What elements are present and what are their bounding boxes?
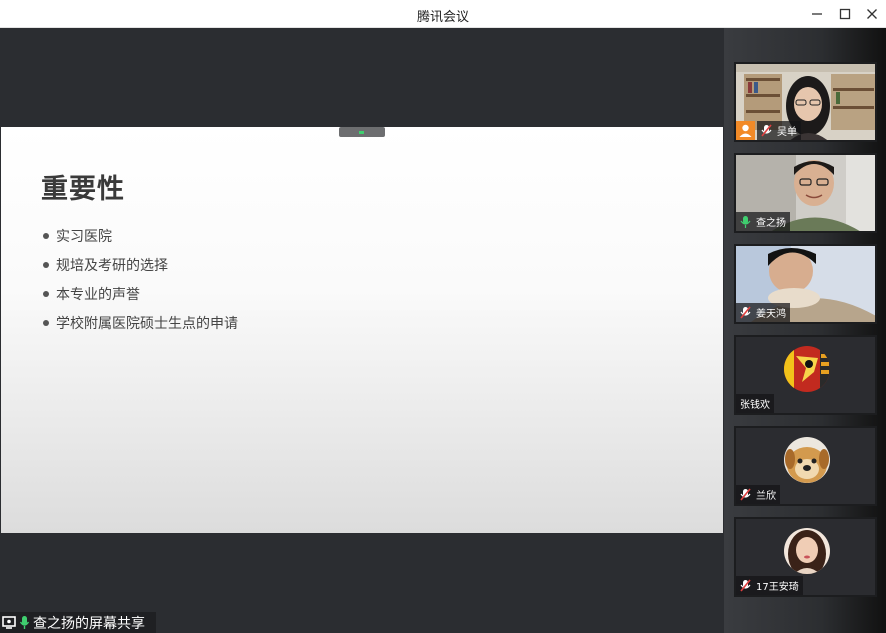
share-indicator-pill[interactable] [339,127,385,137]
participant-tile[interactable]: 查之扬 [734,153,877,233]
participant-tile[interactable]: 张钱欢 [734,335,877,415]
close-icon [867,9,877,19]
participant-name-tag: 查之扬 [736,212,790,231]
participant-name: 查之扬 [756,218,786,229]
participant-avatar [784,528,830,574]
mic-active-icon [740,216,751,228]
participant-name: 17王安琦 [756,582,799,593]
screen-share-label: 查之扬的屏幕共享 [0,612,156,633]
participant-name: 张钱欢 [740,400,770,411]
mic-active-icon [19,616,30,629]
mic-muted-icon [761,124,772,137]
participant-name-tag: 兰欣 [736,485,780,504]
participant-panel: 吴单 查之扬 姜天鸿 张钱欢 兰欣 17王安琦 [724,28,886,633]
screen-share-text: 查之扬的屏幕共享 [33,615,145,632]
bullet-dot [43,261,49,268]
host-badge [736,121,755,140]
slide-bullet: 规培及考研的选择 [43,250,238,279]
window-title: 腾讯会议 [416,10,469,25]
screen-share-icon [2,616,16,629]
maximize-icon [839,8,851,20]
participant-tile[interactable]: 吴单 [734,62,877,142]
participant-avatar [784,346,830,392]
minimize-icon [812,13,822,15]
participant-name-tag: 吴单 [757,121,801,140]
slide-bullet: 本专业的声誉 [43,279,238,308]
participant-name: 吴单 [777,127,797,138]
shared-screen-stage[interactable]: 重要性 实习医院 规培及考研的选择 本专业的声誉 学校附属医院硕士生点的申请 [0,28,724,633]
slide-bullet-list: 实习医院 规培及考研的选择 本专业的声誉 学校附属医院硕士生点的申请 [43,221,238,337]
participant-name-tag: 姜天鸿 [736,303,790,322]
participant-name-tag: 张钱欢 [736,394,774,413]
avatar-image [784,437,830,483]
user-icon [739,124,752,137]
avatar-image [784,346,830,392]
shared-slide: 重要性 实习医院 规培及考研的选择 本专业的声誉 学校附属医院硕士生点的申请 [1,127,723,533]
participant-name-tag: 17王安琦 [736,576,803,595]
minimize-button[interactable] [806,4,828,24]
close-button[interactable] [861,4,883,24]
participant-tile[interactable]: 姜天鸿 [734,244,877,324]
mic-muted-icon [740,306,751,319]
mic-muted-icon [740,488,751,501]
slide-bullet: 实习医院 [43,221,238,250]
avatar-image [784,528,830,574]
bullet-dot [43,319,49,326]
participant-name: 姜天鸿 [756,309,786,320]
bullet-dot [43,232,49,239]
participant-name: 兰欣 [756,491,776,502]
participant-tile[interactable]: 17王安琦 [734,517,877,597]
participant-avatar [784,437,830,483]
share-indicator-icon [358,130,364,134]
slide-bullet: 学校附属医院硕士生点的申请 [43,308,238,337]
title-bar: 腾讯会议 [0,0,886,28]
mic-muted-icon [740,579,751,592]
slide-title: 重要性 [41,174,125,205]
maximize-button[interactable] [834,4,856,24]
participant-tile[interactable]: 兰欣 [734,426,877,506]
bullet-dot [43,290,49,297]
